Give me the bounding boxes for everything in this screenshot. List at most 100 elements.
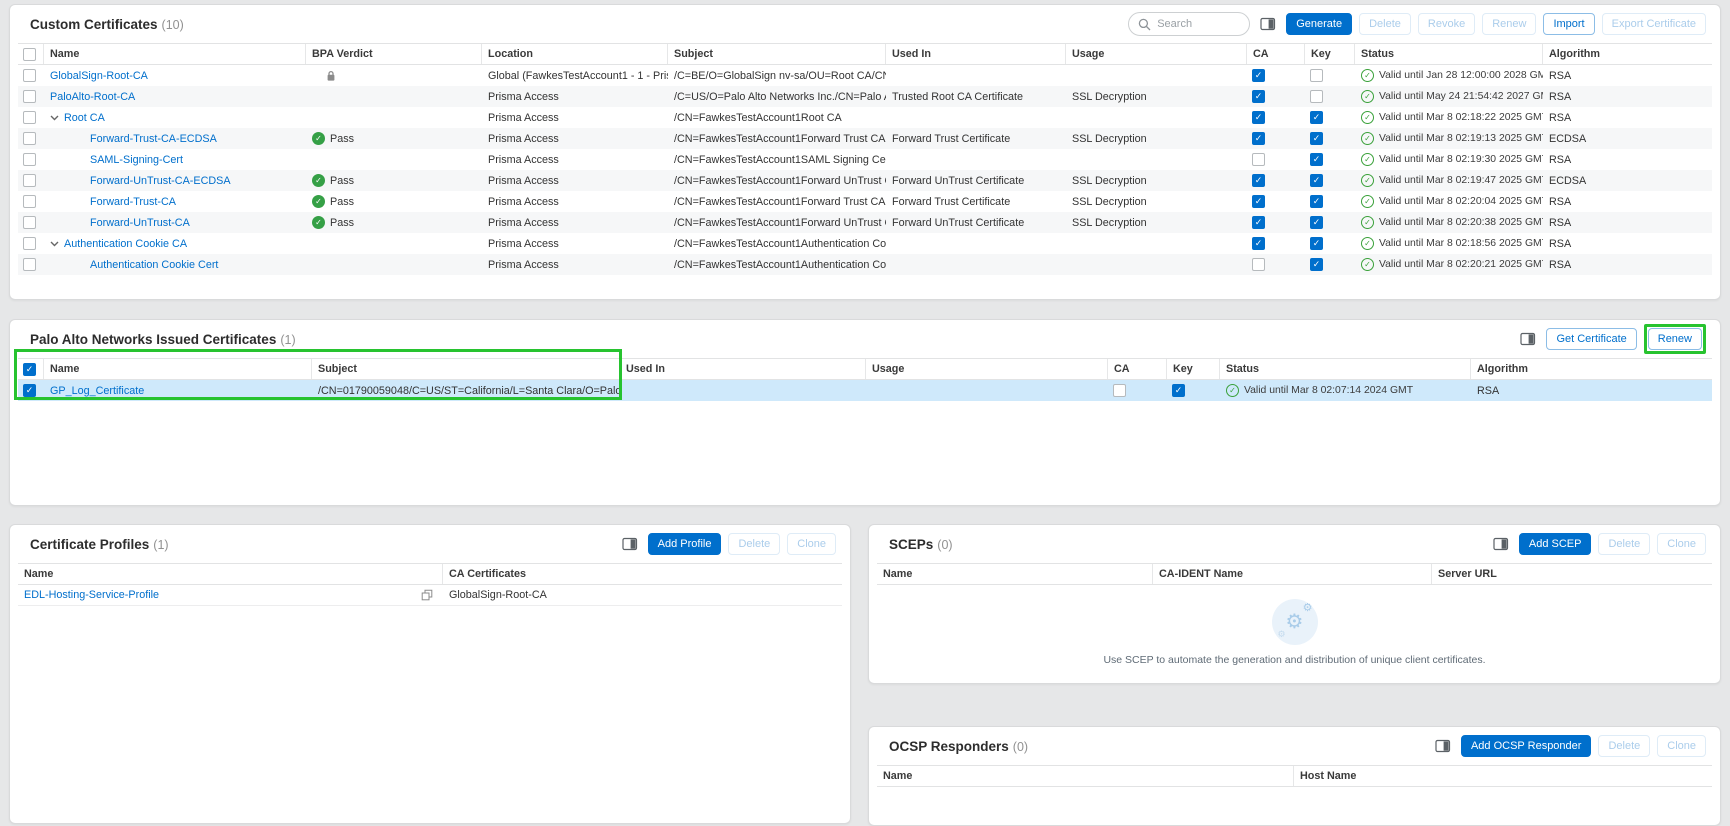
key-checkbox[interactable] xyxy=(1310,90,1323,103)
certificate-row-authentication-cookie-cert[interactable]: Authentication Cookie CertPrisma Access/… xyxy=(18,254,1712,275)
ca-checkbox[interactable]: ✓ xyxy=(1252,237,1265,250)
ca-checkbox[interactable]: ✓ xyxy=(1252,111,1265,124)
ca-checkbox[interactable]: ✓ xyxy=(1252,132,1265,145)
select-all-checkbox[interactable]: ✓ xyxy=(23,363,36,376)
column-header-status[interactable]: Status xyxy=(1355,44,1543,64)
certificate-name-link[interactable]: Authentication Cookie Cert xyxy=(90,259,218,271)
certificate-name-link[interactable]: GlobalSign-Root-CA xyxy=(50,70,148,82)
add-scep-button[interactable]: Add SCEP xyxy=(1519,533,1592,555)
column-header-server-url[interactable]: Server URL xyxy=(1432,564,1712,584)
column-header-ca-ident-name[interactable]: CA-IDENT Name xyxy=(1153,564,1432,584)
certificate-name-link[interactable]: Forward-Trust-CA-ECDSA xyxy=(90,133,217,145)
certificate-row-forward-untrust-ca-ecdsa[interactable]: Forward-UnTrust-CA-ECDSA✓PassPrisma Acce… xyxy=(18,170,1712,191)
certificate-row-globalsign-root-ca[interactable]: GlobalSign-Root-CAGlobal (FawkesTestAcco… xyxy=(18,65,1712,86)
chevron-down-icon[interactable] xyxy=(50,115,59,121)
certificate-row-root-ca[interactable]: Root CAPrisma Access/CN=FawkesTestAccoun… xyxy=(18,107,1712,128)
row-select-checkbox[interactable] xyxy=(23,69,36,82)
renew-button[interactable]: Renew xyxy=(1648,328,1702,350)
column-picker-icon[interactable] xyxy=(1432,735,1454,757)
ca-checkbox[interactable]: ✓ xyxy=(1252,69,1265,82)
certificate-name-link[interactable]: PaloAlto-Root-CA xyxy=(50,91,135,103)
column-header-status[interactable]: Status xyxy=(1220,359,1471,379)
column-header-used-in[interactable]: Used In xyxy=(620,359,866,379)
column-header-host-name[interactable]: Host Name xyxy=(1294,766,1712,786)
search-box[interactable] xyxy=(1128,12,1250,36)
row-select-checkbox[interactable] xyxy=(23,258,36,271)
row-select-checkbox[interactable] xyxy=(23,216,36,229)
key-checkbox[interactable] xyxy=(1310,69,1323,82)
chevron-down-icon[interactable] xyxy=(50,241,59,247)
row-select-checkbox[interactable] xyxy=(23,237,36,250)
column-header-ca[interactable]: CA xyxy=(1108,359,1167,379)
row-select-checkbox[interactable] xyxy=(23,132,36,145)
row-select-checkbox[interactable] xyxy=(23,195,36,208)
import-button[interactable]: Import xyxy=(1543,13,1594,35)
column-picker-icon[interactable] xyxy=(619,533,641,555)
certificate-name-link[interactable]: Root CA xyxy=(64,112,105,124)
column-header-name[interactable]: Name xyxy=(877,766,1294,786)
key-checkbox[interactable]: ✓ xyxy=(1310,258,1323,271)
column-header-usage[interactable]: Usage xyxy=(866,359,1108,379)
certificate-row-gp-log-certificate[interactable]: ✓GP_Log_Certificate/CN=01790059048/C=US/… xyxy=(18,380,1712,401)
key-checkbox[interactable]: ✓ xyxy=(1310,237,1323,250)
ca-checkbox[interactable]: ✓ xyxy=(1252,195,1265,208)
column-header-name[interactable]: Name xyxy=(18,564,443,584)
profile-row-edl-hosting-service-profile[interactable]: EDL-Hosting-Service-ProfileGlobalSign-Ro… xyxy=(18,585,842,606)
search-input[interactable] xyxy=(1157,18,1240,30)
row-select-checkbox[interactable] xyxy=(23,153,36,166)
key-checkbox[interactable]: ✓ xyxy=(1310,132,1323,145)
certificate-row-forward-untrust-ca[interactable]: Forward-UnTrust-CA✓PassPrisma Access/CN=… xyxy=(18,212,1712,233)
ca-checkbox[interactable] xyxy=(1252,153,1265,166)
row-select-checkbox[interactable] xyxy=(23,111,36,124)
column-header-bpa-verdict[interactable]: BPA Verdict xyxy=(306,44,482,64)
row-select-checkbox[interactable]: ✓ xyxy=(23,384,36,397)
certificate-row-authentication-cookie-ca[interactable]: Authentication Cookie CAPrisma Access/CN… xyxy=(18,233,1712,254)
add-profile-button[interactable]: Add Profile xyxy=(648,533,722,555)
column-picker-icon[interactable] xyxy=(1517,328,1539,350)
row-select-checkbox[interactable] xyxy=(23,90,36,103)
certificate-name-link[interactable]: SAML-Signing-Cert xyxy=(90,154,183,166)
column-header-subject[interactable]: Subject xyxy=(668,44,886,64)
certificate-row-saml-signing-cert[interactable]: SAML-Signing-CertPrisma Access/CN=Fawkes… xyxy=(18,149,1712,170)
column-header-ca[interactable]: CA xyxy=(1247,44,1305,64)
column-header-name[interactable]: Name xyxy=(44,44,306,64)
column-header-algorithm[interactable]: Algorithm xyxy=(1543,44,1712,64)
column-header-subject[interactable]: Subject xyxy=(312,359,620,379)
column-picker-icon[interactable] xyxy=(1490,533,1512,555)
column-header-location[interactable]: Location xyxy=(482,44,668,64)
certificate-row-forward-trust-ca-ecdsa[interactable]: Forward-Trust-CA-ECDSA✓PassPrisma Access… xyxy=(18,128,1712,149)
certificate-name-link[interactable]: GP_Log_Certificate xyxy=(50,385,144,397)
ca-checkbox[interactable]: ✓ xyxy=(1252,216,1265,229)
column-picker-icon[interactable] xyxy=(1257,13,1279,35)
ca-checkbox[interactable]: ✓ xyxy=(1252,90,1265,103)
column-header-usage[interactable]: Usage xyxy=(1066,44,1247,64)
certificate-name-link[interactable]: Forward-UnTrust-CA-ECDSA xyxy=(90,175,231,187)
ca-checkbox[interactable]: ✓ xyxy=(1252,174,1265,187)
key-checkbox[interactable]: ✓ xyxy=(1310,174,1323,187)
column-header-key[interactable]: Key xyxy=(1167,359,1220,379)
key-checkbox[interactable]: ✓ xyxy=(1310,216,1323,229)
generate-button[interactable]: Generate xyxy=(1286,13,1352,35)
certificate-row-paloalto-root-ca[interactable]: PaloAlto-Root-CAPrisma Access/C=US/O=Pal… xyxy=(18,86,1712,107)
column-header-ca-certificates[interactable]: CA Certificates xyxy=(443,564,842,584)
key-checkbox[interactable]: ✓ xyxy=(1172,384,1185,397)
certificate-name-link[interactable]: Forward-UnTrust-CA xyxy=(90,217,190,229)
certificate-name-link[interactable]: Authentication Cookie CA xyxy=(64,238,187,250)
key-checkbox[interactable]: ✓ xyxy=(1310,153,1323,166)
ca-checkbox[interactable] xyxy=(1252,258,1265,271)
column-header-name[interactable]: Name xyxy=(44,359,312,379)
get-certificate-button[interactable]: Get Certificate xyxy=(1546,328,1636,350)
row-select-checkbox[interactable] xyxy=(23,174,36,187)
column-header-name[interactable]: Name xyxy=(877,564,1153,584)
select-all-checkbox[interactable] xyxy=(23,48,36,61)
column-header-algorithm[interactable]: Algorithm xyxy=(1471,359,1712,379)
certificate-row-forward-trust-ca[interactable]: Forward-Trust-CA✓PassPrisma Access/CN=Fa… xyxy=(18,191,1712,212)
profile-name-link[interactable]: EDL-Hosting-Service-Profile xyxy=(24,589,159,601)
ca-checkbox[interactable] xyxy=(1113,384,1126,397)
column-header-used-in[interactable]: Used In xyxy=(886,44,1066,64)
column-header-key[interactable]: Key xyxy=(1305,44,1355,64)
add-ocsp-responder-button[interactable]: Add OCSP Responder xyxy=(1461,735,1591,757)
certificate-name-link[interactable]: Forward-Trust-CA xyxy=(90,196,176,208)
key-checkbox[interactable]: ✓ xyxy=(1310,195,1323,208)
key-checkbox[interactable]: ✓ xyxy=(1310,111,1323,124)
